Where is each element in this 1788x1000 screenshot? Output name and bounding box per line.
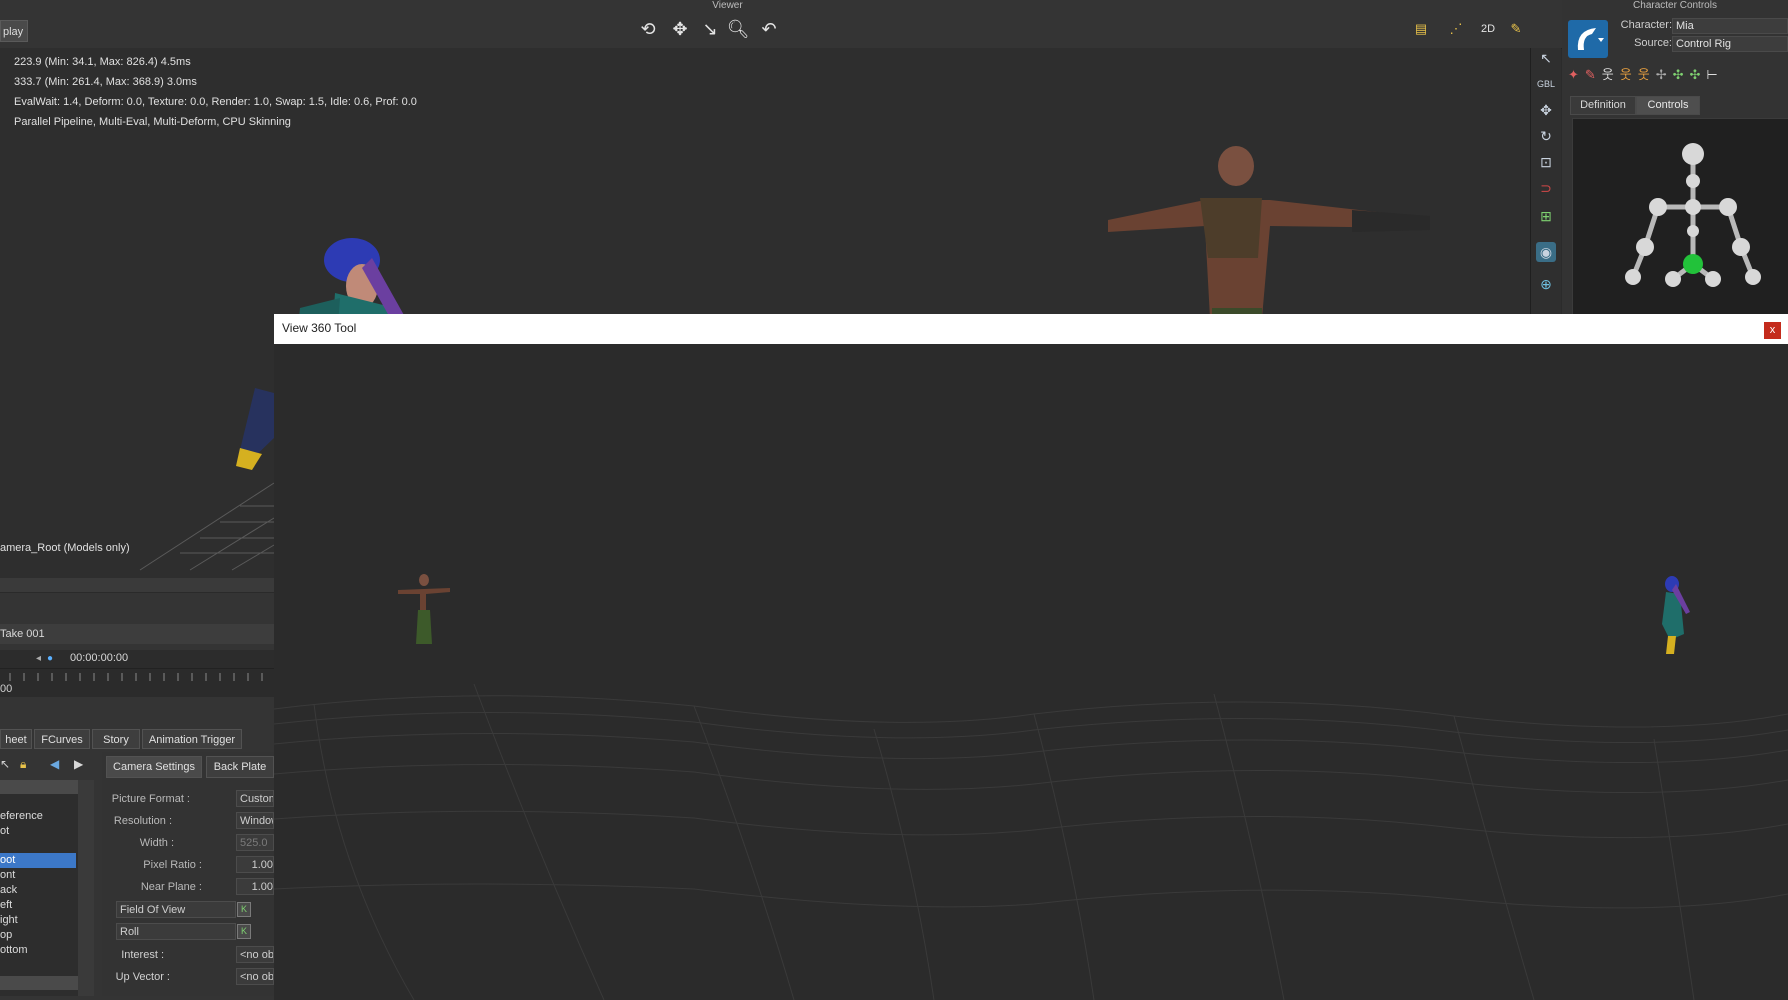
dialog-title: View 360 Tool bbox=[282, 321, 357, 335]
interest-label: Interest : bbox=[121, 949, 164, 961]
rotate-icon[interactable]: ↻ bbox=[1536, 126, 1556, 146]
timing-breakdown: EvalWait: 1.4, Deform: 0.0, Texture: 0.0… bbox=[14, 96, 417, 108]
display-mode-icon[interactable]: ▤ bbox=[1408, 16, 1434, 42]
viewer-title: Viewer bbox=[712, 0, 743, 11]
character-select[interactable]: Mia bbox=[1672, 18, 1788, 34]
select-arrow-icon[interactable]: ↖ bbox=[1536, 48, 1556, 68]
list-item[interactable]: ot bbox=[0, 824, 76, 839]
tab-camera-settings[interactable]: Camera Settings bbox=[106, 756, 202, 778]
list-item-selected[interactable]: oot bbox=[0, 853, 76, 868]
key-indicator-icon[interactable]: ● bbox=[47, 652, 61, 666]
picture-format-label: Picture Format : bbox=[111, 793, 190, 805]
list-item[interactable]: ottom bbox=[0, 943, 76, 958]
pick-icon[interactable]: ✎ bbox=[1503, 16, 1529, 42]
close-button[interactable]: x bbox=[1764, 322, 1781, 339]
ruler-start: 00 bbox=[0, 683, 13, 695]
list-item[interactable]: eft bbox=[0, 898, 76, 913]
translate-icon[interactable]: ✥ bbox=[1536, 100, 1556, 120]
timecode[interactable]: 00:00:00:00 bbox=[70, 652, 128, 664]
global-toggle[interactable]: GBL bbox=[1536, 74, 1556, 94]
take-label[interactable]: Take 001 bbox=[0, 624, 274, 644]
list-item[interactable]: ack bbox=[0, 883, 76, 898]
list-scrollbar[interactable] bbox=[78, 780, 94, 996]
character-tools-row[interactable]: ✦✎웃웃웃✢✣✣⊢ bbox=[1568, 64, 1788, 86]
forward-arrow-icon[interactable]: ▶ bbox=[74, 757, 90, 773]
tab-story[interactable]: Story bbox=[92, 729, 140, 749]
character-logo-icon[interactable] bbox=[1568, 20, 1608, 58]
list-item[interactable]: ight bbox=[0, 913, 76, 928]
up-vector-label: Up Vector : bbox=[115, 971, 170, 983]
panorama-view[interactable] bbox=[274, 344, 1788, 1000]
view-2d-icon[interactable]: 2D bbox=[1475, 16, 1501, 42]
near-plane-field[interactable]: 1.00 bbox=[236, 878, 274, 895]
tab-fcurves[interactable]: FCurves bbox=[34, 729, 90, 749]
list-item[interactable]: op bbox=[0, 928, 76, 943]
tab-definition[interactable]: Definition bbox=[1570, 96, 1636, 115]
roll-field[interactable]: Roll bbox=[116, 923, 236, 940]
fov-key-icon[interactable]: K bbox=[237, 902, 251, 917]
up-vector-field[interactable]: <no ob bbox=[236, 968, 274, 985]
picture-format-select[interactable]: Custom bbox=[236, 790, 274, 807]
dialog-titlebar[interactable] bbox=[274, 314, 1788, 344]
list-footer bbox=[0, 976, 78, 990]
pipeline-info: Parallel Pipeline, Multi-Eval, Multi-Def… bbox=[14, 116, 291, 128]
pivot-icon[interactable]: ⊕ bbox=[1536, 274, 1556, 294]
tab-animation-trigger[interactable]: Animation Trigger bbox=[142, 729, 242, 749]
width-label: Width : bbox=[139, 837, 174, 849]
width-field[interactable]: 525.0 bbox=[236, 834, 274, 851]
roll-key-icon[interactable]: K bbox=[237, 924, 251, 939]
field-of-view-field[interactable]: Field Of View bbox=[116, 901, 236, 918]
play-tab[interactable]: play bbox=[0, 20, 28, 42]
trajectory-icon[interactable]: ⋰ bbox=[1443, 16, 1469, 42]
character-skeleton-view[interactable] bbox=[1572, 118, 1788, 322]
resolution-select[interactable]: Window bbox=[236, 812, 274, 829]
list-header bbox=[0, 780, 78, 794]
tab-dopesheet[interactable]: heet bbox=[0, 729, 32, 749]
eval-stat: 333.7 (Min: 261.4, Max: 368.9) 3.0ms bbox=[14, 76, 197, 88]
interest-field[interactable]: <no ob bbox=[236, 946, 274, 963]
keyframe-icon[interactable]: ⊞ bbox=[1536, 206, 1556, 226]
fps-stat: 223.9 (Min: 34.1, Max: 826.4) 4.5ms bbox=[14, 56, 191, 68]
timeline-ruler[interactable] bbox=[0, 668, 274, 697]
pixel-ratio-label: Pixel Ratio : bbox=[143, 859, 202, 871]
source-label: Source: bbox=[1634, 37, 1672, 49]
roll-icon[interactable]: ↶ bbox=[756, 16, 782, 42]
character-controls-title: Character Controls bbox=[1633, 0, 1717, 11]
scale-icon[interactable]: ⊡ bbox=[1536, 152, 1556, 172]
dolly-icon[interactable]: ↘ bbox=[697, 16, 723, 42]
lock-icon[interactable]: 🔒︎ bbox=[20, 757, 36, 773]
magnet-icon[interactable]: ⊃ bbox=[1536, 178, 1556, 198]
zoom-icon[interactable]: 🔍︎ bbox=[725, 16, 751, 42]
list-item[interactable]: eference bbox=[0, 809, 76, 824]
near-plane-label: Near Plane : bbox=[140, 881, 202, 893]
character-label: Character: bbox=[1620, 19, 1672, 31]
tab-back-plate[interactable]: Back Plate bbox=[206, 756, 274, 778]
globe-icon[interactable]: ◉ bbox=[1536, 242, 1556, 262]
source-select[interactable]: Control Rig bbox=[1672, 36, 1788, 52]
camera-label: amera_Root (Models only) bbox=[0, 542, 130, 554]
pixel-ratio-field[interactable]: 1.00 bbox=[236, 856, 274, 873]
pan-icon[interactable]: ✥ bbox=[667, 16, 693, 42]
resolution-label: Resolution : bbox=[113, 815, 172, 827]
cursor-icon[interactable]: ↖ bbox=[0, 757, 16, 773]
tab-controls[interactable]: Controls bbox=[1636, 96, 1700, 115]
list-item[interactable]: ont bbox=[0, 868, 76, 883]
orbit-icon[interactable]: ⟲ bbox=[635, 16, 661, 42]
panel-separator bbox=[0, 578, 274, 593]
back-arrow-icon[interactable]: ◀ bbox=[50, 757, 66, 773]
